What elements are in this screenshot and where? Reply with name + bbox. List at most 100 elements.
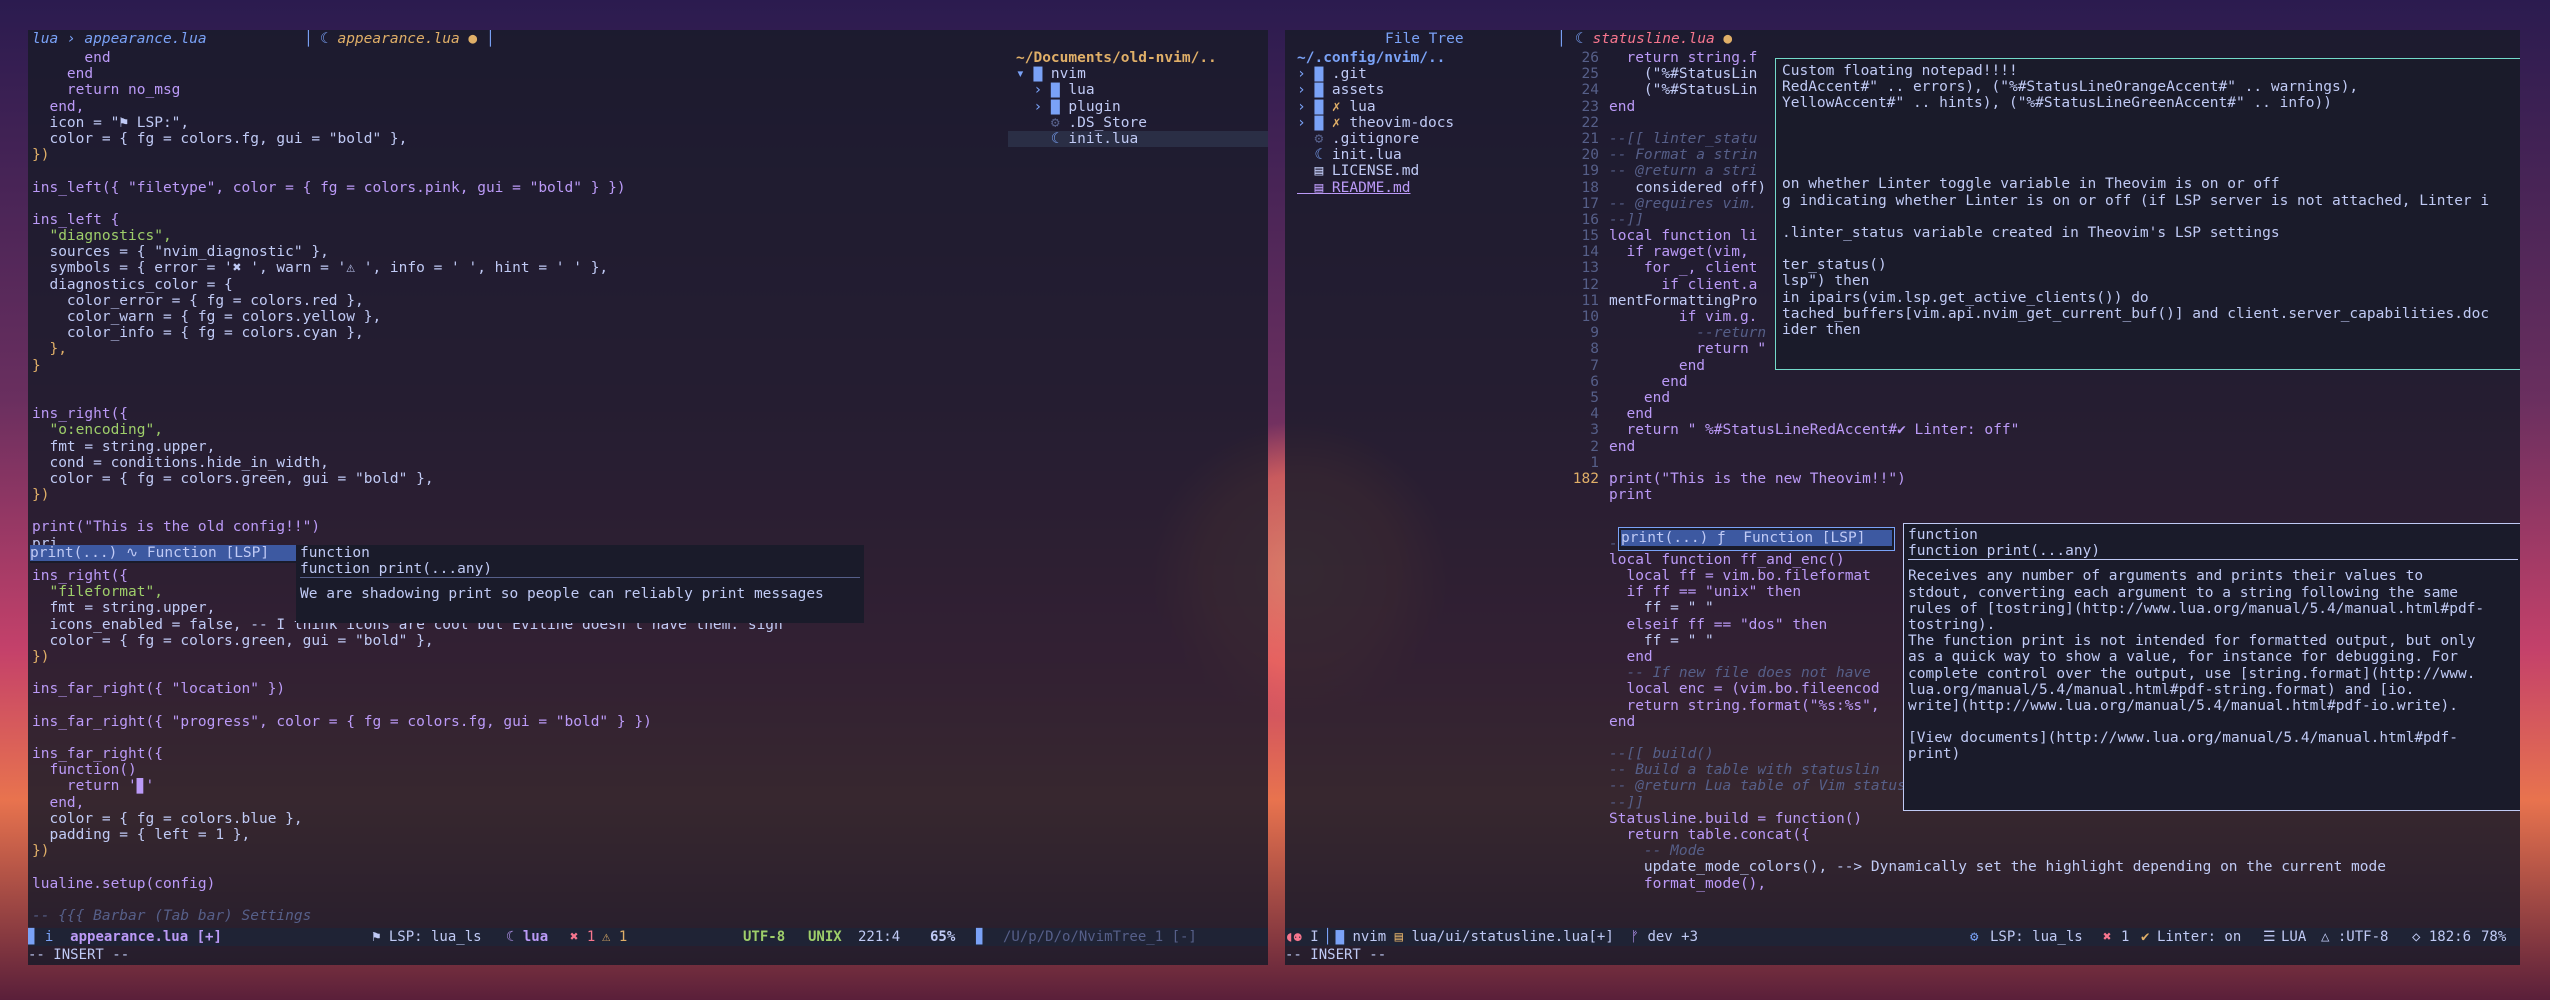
- code-line[interactable]: color_info = { fg = colors.cyan },: [32, 325, 992, 341]
- code-line[interactable]: Statusline.build = function(): [1559, 811, 2517, 827]
- left-breadcrumb[interactable]: lua › appearance.lua: [32, 30, 207, 48]
- right-tab[interactable]: ☾ statusline.lua ●: [1575, 30, 1732, 48]
- tree-item[interactable]: ▾ ▇ nvim: [1008, 66, 1268, 82]
- completion-menu[interactable]: print(...) ƒ Function [LSP]: [1618, 527, 1895, 551]
- notepad-line[interactable]: tached_buffers[vim.api.nvim_get_current_…: [1782, 306, 2520, 322]
- code-line[interactable]: ins_left {: [32, 212, 992, 228]
- completion-item[interactable]: print(...) ƒ Function [LSP]: [1621, 530, 1892, 547]
- code-line[interactable]: ins_left({ "filetype", color = { fg = co…: [32, 180, 992, 196]
- code-line[interactable]: -- {{{ Barbar (Tab bar) Settings: [32, 908, 992, 924]
- code-line[interactable]: end: [32, 66, 992, 82]
- code-line[interactable]: color_error = { fg = colors.red },: [32, 293, 992, 309]
- notepad-line[interactable]: in ipairs(vim.lsp.get_active_clients()) …: [1782, 290, 2520, 306]
- left-tab[interactable]: ☾ appearance.lua ●: [320, 30, 477, 48]
- notepad-line[interactable]: ider then: [1782, 322, 2520, 338]
- code-line[interactable]: ins_far_right({ "location" }): [32, 681, 992, 697]
- tree-item[interactable]: › ▇ assets: [1297, 82, 1552, 98]
- code-line[interactable]: return no_msg: [32, 82, 992, 98]
- code-line[interactable]: [32, 665, 992, 681]
- code-line[interactable]: color = { fg = colors.green, gui = "bold…: [32, 633, 992, 649]
- code-line[interactable]: color = { fg = colors.blue },: [32, 811, 992, 827]
- code-line[interactable]: "o:encoding",: [32, 422, 992, 438]
- code-line[interactable]: lualine.setup(config): [32, 876, 992, 892]
- notepad-line[interactable]: [1782, 144, 2520, 160]
- tree-item[interactable]: › ▇ plugin: [1008, 99, 1268, 115]
- code-line[interactable]: function(): [32, 762, 992, 778]
- code-line[interactable]: [32, 892, 992, 908]
- code-line[interactable]: print("This is the old config!!"): [32, 519, 992, 535]
- notepad-line[interactable]: on whether Linter toggle variable in The…: [1782, 176, 2520, 192]
- code-line[interactable]: 5 end: [1559, 390, 2517, 406]
- code-line[interactable]: update_mode_colors(), --> Dynamically se…: [1559, 859, 2517, 875]
- code-line[interactable]: end: [32, 50, 992, 66]
- completion-menu[interactable]: print(...) ∿ Function [LSP]: [30, 545, 296, 563]
- code-line[interactable]: }): [32, 487, 992, 503]
- code-line[interactable]: 4 end: [1559, 406, 2517, 422]
- tree-item[interactable]: ⚙ .gitignore: [1297, 131, 1552, 147]
- tree-item[interactable]: ▤ LICENSE.md: [1297, 163, 1552, 179]
- notepad-line[interactable]: g indicating whether Linter is on or off…: [1782, 193, 2520, 209]
- code-line[interactable]: [32, 163, 992, 179]
- code-line[interactable]: [32, 390, 992, 406]
- code-line[interactable]: return table.concat({: [1559, 827, 2517, 843]
- tree-item[interactable]: ⚙ .DS_Store: [1008, 115, 1268, 131]
- code-line[interactable]: ins_far_right({ "progress", color = { fg…: [32, 714, 992, 730]
- code-line[interactable]: 2 end: [1559, 439, 2517, 455]
- notepad-line[interactable]: [1782, 160, 2520, 176]
- code-line[interactable]: }: [32, 358, 992, 374]
- completion-item[interactable]: print(...) ∿ Function [LSP]: [30, 545, 296, 562]
- code-line[interactable]: ins_far_right({: [32, 746, 992, 762]
- code-line[interactable]: }): [32, 649, 992, 665]
- tree-item[interactable]: › ▇ ✗ lua: [1297, 99, 1552, 115]
- code-line[interactable]: icon = "⚑ LSP:",: [32, 115, 992, 131]
- tree-item[interactable]: › ▇ lua: [1008, 82, 1268, 98]
- code-line[interactable]: symbols = { error = '✖ ', warn = '⚠ ', i…: [32, 260, 992, 276]
- code-line[interactable]: [32, 859, 992, 875]
- notepad-line[interactable]: RedAccent#" .. errors), ("%#StatusLineOr…: [1782, 79, 2520, 95]
- code-line[interactable]: 6 end: [1559, 374, 2517, 390]
- code-line[interactable]: [32, 698, 992, 714]
- notepad-body[interactable]: RedAccent#" .. errors), ("%#StatusLineOr…: [1782, 79, 2520, 338]
- notepad-line[interactable]: .linter_status variable created in Theov…: [1782, 225, 2520, 241]
- code-line[interactable]: end,: [32, 99, 992, 115]
- code-line[interactable]: 1: [1559, 455, 2517, 471]
- tree-item[interactable]: › ▇ .git: [1297, 66, 1552, 82]
- code-line[interactable]: "diagnostics",: [32, 228, 992, 244]
- floating-notepad[interactable]: Custom floating notepad!!!! RedAccent#" …: [1775, 58, 2520, 370]
- notepad-line[interactable]: [1782, 128, 2520, 144]
- code-line[interactable]: ins_right({: [32, 406, 992, 422]
- notepad-line[interactable]: [1782, 209, 2520, 225]
- code-line[interactable]: },: [32, 341, 992, 357]
- code-line[interactable]: [32, 374, 992, 390]
- code-line[interactable]: }): [32, 147, 992, 163]
- code-line[interactable]: [32, 730, 992, 746]
- code-line[interactable]: print: [1559, 487, 2517, 503]
- code-line[interactable]: color_warn = { fg = colors.yellow },: [32, 309, 992, 325]
- code-line[interactable]: cond = conditions.hide_in_width,: [32, 455, 992, 471]
- code-line[interactable]: sources = { "nvim_diagnostic" },: [32, 244, 992, 260]
- code-line[interactable]: 182 print("This is the new Theovim!!"): [1559, 471, 2517, 487]
- code-line[interactable]: diagnostics_color = {: [32, 277, 992, 293]
- notepad-line[interactable]: YellowAccent#" .. hints), ("%#StatusLine…: [1782, 95, 2520, 111]
- left-tree-root[interactable]: ~/Documents/old-nvim/..: [1008, 50, 1268, 66]
- code-line[interactable]: -- Mode: [1559, 843, 2517, 859]
- code-line[interactable]: color = { fg = colors.fg, gui = "bold" }…: [32, 131, 992, 147]
- code-line[interactable]: end,: [32, 795, 992, 811]
- tree-item[interactable]: ▤ README.md: [1297, 180, 1552, 196]
- right-tree-root[interactable]: ~/.config/nvim/..: [1297, 50, 1552, 66]
- code-line[interactable]: [32, 503, 992, 519]
- tree-item[interactable]: › ▇ ✗ theovim-docs: [1297, 115, 1552, 131]
- code-line[interactable]: [1559, 503, 2517, 519]
- tree-item[interactable]: ☾ init.lua: [1297, 147, 1552, 163]
- code-line[interactable]: padding = { left = 1 },: [32, 827, 992, 843]
- notepad-line[interactable]: [1782, 112, 2520, 128]
- notepad-line[interactable]: [1782, 241, 2520, 257]
- code-line[interactable]: format_mode(),: [1559, 876, 2517, 892]
- code-line[interactable]: 3 return " %#StatusLineRedAccent#✔ Linte…: [1559, 422, 2517, 438]
- code-line[interactable]: return '▊': [32, 778, 992, 794]
- code-line[interactable]: }): [32, 843, 992, 859]
- code-line[interactable]: fmt = string.upper,: [32, 439, 992, 455]
- tree-item-selected[interactable]: ☾ init.lua: [1008, 130, 1268, 148]
- notepad-line[interactable]: ter_status(): [1782, 257, 2520, 273]
- code-line[interactable]: [32, 196, 992, 212]
